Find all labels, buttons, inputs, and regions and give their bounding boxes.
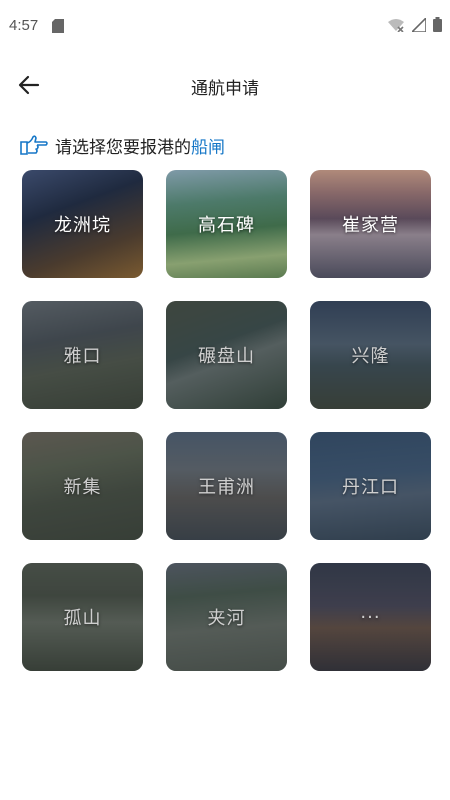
lock-name: 新集 xyxy=(63,477,102,498)
wifi-off-icon xyxy=(388,18,404,32)
lock-tile-nianpanshan[interactable]: 碾盘山 xyxy=(166,301,287,409)
lock-tile-yakou[interactable]: 雅口 xyxy=(22,301,143,409)
lock-tile-cuijiaying[interactable]: 崔家营 xyxy=(310,170,431,278)
lock-tile-gaoshibei[interactable]: 高石碑 xyxy=(166,170,287,278)
lock-name: 兴隆 xyxy=(351,346,390,367)
lock-tile-gushan[interactable]: 孤山 xyxy=(22,563,143,671)
status-icons xyxy=(387,17,442,32)
lock-tile-xinglong[interactable]: 兴隆 xyxy=(310,301,431,409)
prompt-text: 请选择您要报港的 xyxy=(55,137,191,158)
page-title: 通航申请 xyxy=(191,79,259,99)
lock-name: 龙洲垸 xyxy=(54,215,111,236)
top-bar: 通航申请 xyxy=(0,60,450,110)
pointing-hand-icon xyxy=(20,135,48,155)
more-label: ··· xyxy=(360,606,381,628)
sd-card-icon xyxy=(52,19,64,33)
lock-name: 王甫洲 xyxy=(198,477,255,498)
lock-tile-wangfuzhou[interactable]: 王甫洲 xyxy=(166,432,287,540)
lock-tile-jiahe[interactable]: 夹河 xyxy=(166,563,287,671)
lock-tile-more[interactable]: ··· xyxy=(310,563,431,671)
lock-name: 雅口 xyxy=(63,346,102,367)
lock-name: 孤山 xyxy=(63,608,102,629)
lock-tile-longzhouyuan[interactable]: 龙洲垸 xyxy=(22,170,143,278)
signal-icon xyxy=(412,17,426,32)
prompt-highlight: 船闸 xyxy=(191,137,225,158)
lock-name: 高石碑 xyxy=(198,215,255,236)
lock-tile-xinji[interactable]: 新集 xyxy=(22,432,143,540)
selection-prompt: 请选择您要报港的 船闸 xyxy=(19,132,225,158)
battery-icon xyxy=(433,17,442,32)
status-bar: 4:57 xyxy=(0,0,450,52)
lock-name: 夹河 xyxy=(207,608,246,629)
lock-name: 丹江口 xyxy=(342,477,399,498)
lock-name: 崔家营 xyxy=(342,215,399,236)
status-time: 4:57 xyxy=(9,17,39,34)
lock-tile-danjiangkou[interactable]: 丹江口 xyxy=(310,432,431,540)
lock-name: 碾盘山 xyxy=(198,346,255,367)
